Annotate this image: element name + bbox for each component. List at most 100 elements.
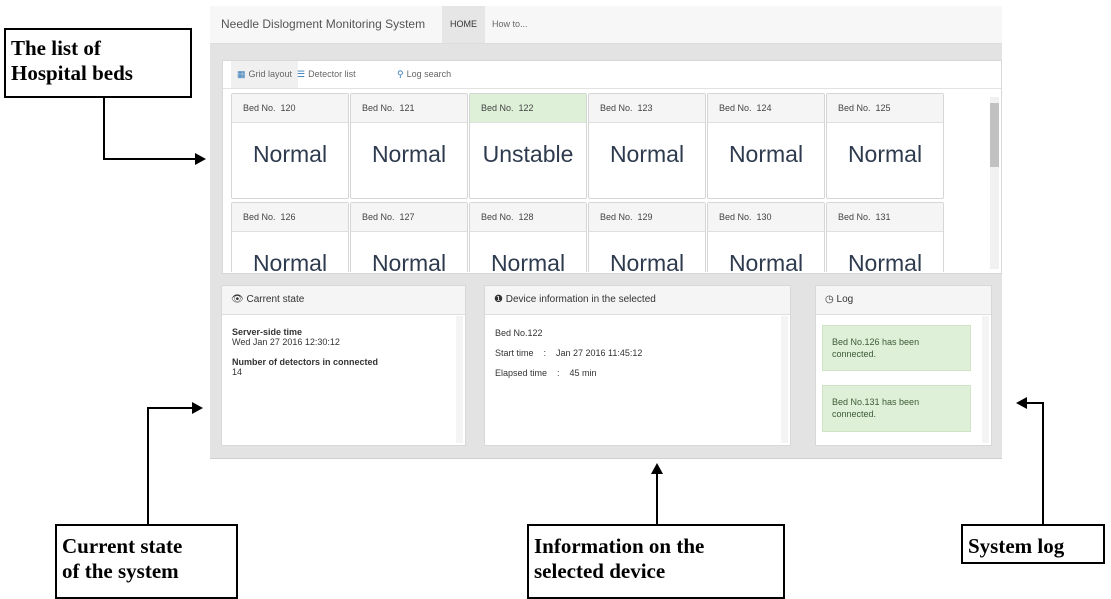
tab-detector-list[interactable]: ☰ Detector list (297, 61, 356, 88)
navbar: Needle Dislogment Monitoring System HOME… (210, 6, 1002, 44)
beds-panel: ▦ Grid layout ☰ Detector list ⚲ Log search … (222, 60, 1002, 274)
grid-icon: ▦ (237, 69, 246, 79)
beds-scrollbar[interactable] (990, 97, 999, 269)
tab-label: Log search (406, 69, 452, 79)
bed-card[interactable]: Bed No. 124 Normal (707, 93, 825, 199)
bed-number: Bed No. 126 (232, 203, 348, 232)
bed-card[interactable]: Bed No. 129 Normal (588, 202, 706, 272)
bed-number: Bed No. 121 (351, 94, 467, 123)
bed-number: Bed No. 127 (351, 203, 467, 232)
panel-scrollbar[interactable] (982, 316, 989, 443)
server-time-label: Server-side time (232, 327, 303, 337)
tab-log-search[interactable]: ⚲ Log search (397, 61, 451, 88)
panel-header: 👁 Carrent state (222, 286, 465, 315)
log-message: Bed No.126 has been connected. (822, 325, 971, 372)
bed-number: Bed No. 130 (708, 203, 824, 232)
tab-label: Grid layout (248, 69, 293, 79)
tab-grid-layout[interactable]: ▦ Grid layout (231, 61, 299, 88)
panel-scrollbar[interactable] (781, 316, 788, 443)
annotation-line: selected device (534, 559, 666, 583)
clock-icon: ◷ (825, 294, 834, 305)
panel-header: ❶ Device information in the selected (485, 286, 790, 315)
bed-status: Normal (847, 250, 923, 272)
arrow-left-icon (1016, 397, 1027, 409)
connector-line (1042, 402, 1044, 524)
bed-status: Unstable (482, 141, 574, 167)
bed-number: Bed No. 129 (589, 203, 705, 232)
bed-number: Bed No. 123 (589, 94, 705, 123)
panel-header: ◷ Log (816, 286, 991, 315)
nav-how-to-link[interactable]: How to... (484, 6, 536, 43)
annotation-device-info: Information on the selected device (527, 524, 785, 599)
view-tabs: ▦ Grid layout ☰ Detector list ⚲ Log search (223, 61, 1001, 89)
annotation-line: System log (968, 534, 1065, 558)
bed-number: Bed No. 120 (232, 94, 348, 123)
brand-title[interactable]: Needle Dislogment Monitoring System (221, 17, 425, 31)
bed-status: Normal (252, 250, 328, 272)
arrow-right-icon (192, 402, 203, 414)
bed-status: Normal (728, 250, 804, 272)
detectors-label: Number of detectors in connected (232, 357, 379, 367)
bed-status: Normal (609, 250, 685, 272)
annotation-bed-list: The list of Hospital beds (4, 28, 192, 98)
connector-line (1026, 402, 1044, 404)
bed-grid: Bed No. 120 Normal Bed No. 121 Normal Bed No… (223, 89, 985, 272)
detectors-value: 14 (232, 367, 243, 377)
panel-scrollbar[interactable] (456, 316, 463, 443)
annotation-line: of the system (62, 559, 179, 583)
connector-line (147, 408, 149, 524)
current-state-panel: 👁 Carrent state Server-side time Wed Jan… (221, 285, 466, 446)
bed-card[interactable]: Bed No. 131 Normal (826, 202, 944, 272)
log-panel: ◷ Log Bed No.126 has been connected. Bed… (815, 285, 992, 446)
search-icon: ⚲ (397, 69, 404, 79)
device-start-time: Start time : Jan 27 2016 11:45:12 (495, 348, 643, 358)
arrow-right-icon (195, 153, 206, 165)
bed-card[interactable]: Bed No. 123 Normal (588, 93, 706, 199)
bed-card[interactable]: Bed No. 130 Normal (707, 202, 825, 272)
info-icon: ❶ (494, 294, 503, 305)
tab-label: Detector list (308, 69, 356, 79)
connector-line (656, 474, 658, 524)
device-bed: Bed No.122 (495, 328, 543, 338)
server-time-value: Wed Jan 27 2016 12:30:12 (232, 337, 340, 347)
bed-number: Bed No. 131 (827, 203, 943, 232)
log-message: Bed No.131 has been connected. (822, 385, 971, 432)
bed-number: Bed No. 124 (708, 94, 824, 123)
annotation-line: Hospital beds (11, 61, 133, 85)
arrow-up-icon (651, 463, 663, 474)
bed-status: Normal (609, 141, 685, 167)
bed-card[interactable]: Bed No. 128 Normal (469, 202, 587, 272)
bed-card[interactable]: Bed No. 122 Unstable (469, 93, 587, 199)
device-elapsed-time: Elapsed time : 45 min (495, 368, 597, 378)
bed-number: Bed No. 128 (470, 203, 586, 232)
panel-title: Carrent state (246, 294, 305, 305)
device-info-panel: ❶ Device information in the selected Bed… (484, 285, 791, 446)
bed-card[interactable]: Bed No. 120 Normal (231, 93, 349, 199)
annotation-line: Information on the (534, 534, 705, 558)
connector-line (147, 407, 193, 409)
eye-icon: 👁 (231, 294, 244, 305)
bed-status: Normal (371, 250, 447, 272)
scrollbar-thumb[interactable] (990, 103, 999, 167)
bed-status: Normal (371, 141, 447, 167)
annotation-line: The list of (11, 36, 101, 60)
bed-card[interactable]: Bed No. 125 Normal (826, 93, 944, 199)
bed-status: Normal (490, 250, 566, 272)
bed-card[interactable]: Bed No. 121 Normal (350, 93, 468, 199)
annotation-current-state: Current state of the system (55, 524, 238, 599)
bed-status: Normal (847, 141, 923, 167)
bed-card[interactable]: Bed No. 126 Normal (231, 202, 349, 272)
panel-title: Log (836, 294, 854, 305)
panel-title: Device information in the selected (505, 294, 656, 305)
bed-card[interactable]: Bed No. 127 Normal (350, 202, 468, 272)
connector-line (103, 98, 105, 160)
nav-home-link[interactable]: HOME (442, 6, 485, 43)
bed-number: Bed No. 122 (470, 94, 586, 123)
bed-status: Normal (252, 141, 328, 167)
app-window: Needle Dislogment Monitoring System HOME… (210, 6, 1002, 459)
list-icon: ☰ (297, 69, 306, 79)
bed-number: Bed No. 125 (827, 94, 943, 123)
annotation-system-log: System log (961, 524, 1105, 564)
bed-status: Normal (728, 141, 804, 167)
annotation-line: Current state (62, 534, 183, 558)
